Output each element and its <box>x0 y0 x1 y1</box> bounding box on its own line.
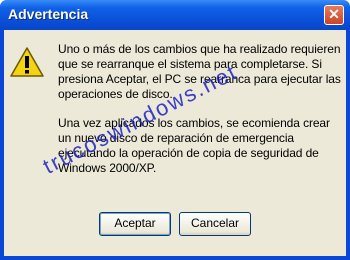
title-bar[interactable]: Advertencia ✕ <box>0 0 350 30</box>
cancel-button[interactable]: Cancelar <box>179 212 251 236</box>
dialog-body: Uno o más de los cambios que ha realizad… <box>4 30 346 256</box>
close-icon: ✕ <box>328 6 340 22</box>
warning-icon <box>10 47 44 77</box>
close-button[interactable]: ✕ <box>324 5 344 25</box>
dialog-title: Advertencia <box>8 6 89 22</box>
accept-button[interactable]: Aceptar <box>99 212 171 236</box>
dialog-window: Advertencia ✕ Uno o más de los cambios q… <box>0 0 350 260</box>
